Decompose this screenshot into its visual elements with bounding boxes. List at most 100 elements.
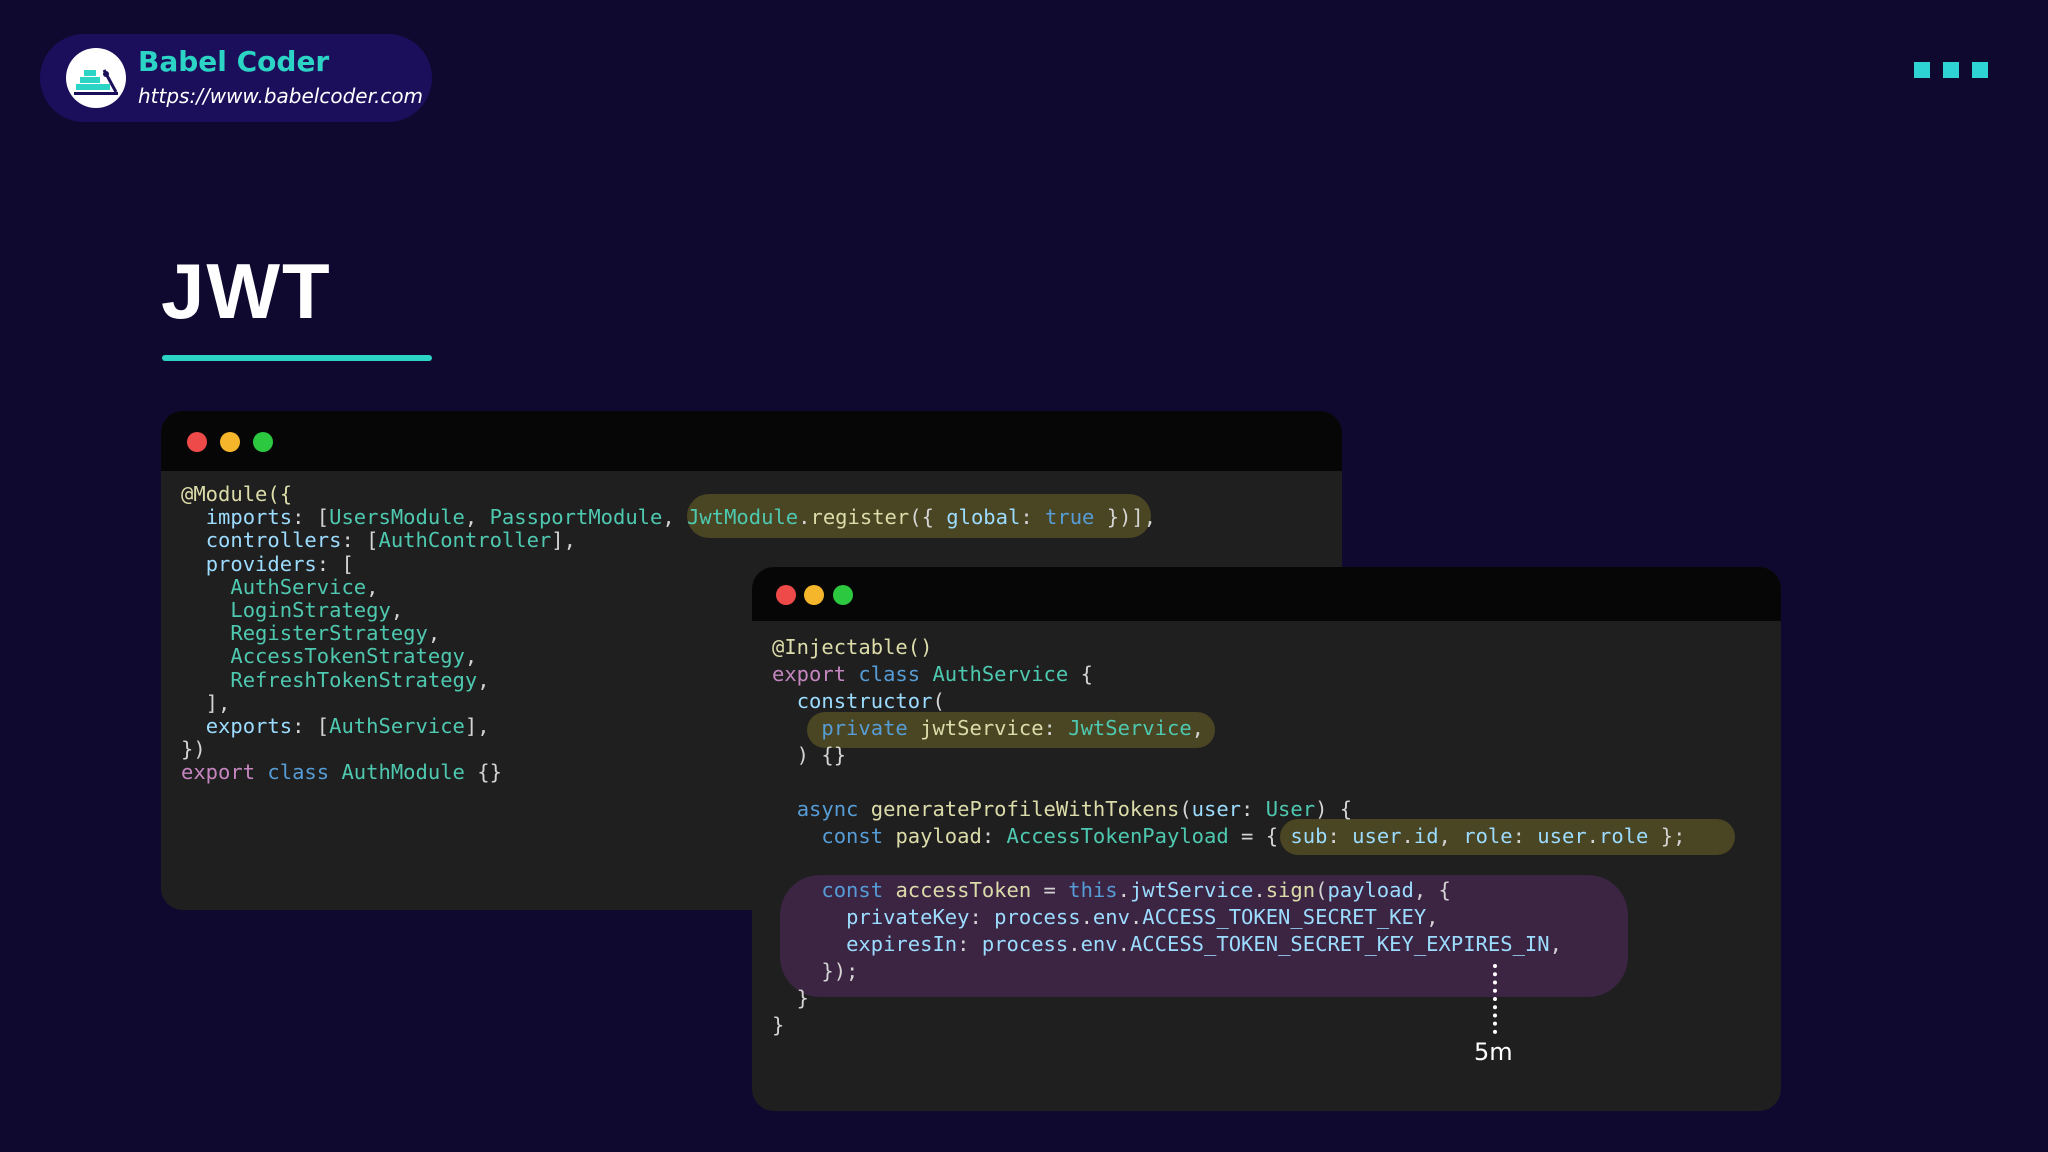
code-token: export bbox=[772, 662, 847, 686]
code-line: } bbox=[772, 1012, 1685, 1039]
code-token: : [ bbox=[292, 713, 330, 738]
code-token: AuthService bbox=[230, 574, 367, 599]
brand-url[interactable]: https://www.babelcoder.com bbox=[138, 84, 423, 108]
code-line: }); bbox=[772, 958, 1685, 985]
code-token: const bbox=[821, 878, 884, 902]
code-line: const accessToken = this.jwtService.sign… bbox=[772, 877, 1685, 904]
code-token: AuthService bbox=[932, 662, 1069, 686]
code-token: imports bbox=[205, 505, 293, 530]
code-token: : [ bbox=[316, 551, 354, 576]
code-token: : bbox=[1020, 505, 1046, 530]
code-token: jwtService bbox=[1129, 878, 1254, 902]
code-line: constructor( bbox=[772, 688, 1685, 715]
code-token: }; bbox=[1648, 824, 1686, 848]
corner-dot bbox=[1914, 62, 1930, 78]
maximize-window-icon[interactable] bbox=[253, 432, 273, 452]
code-token: User bbox=[1265, 797, 1316, 821]
code-token: @Module({ bbox=[181, 482, 293, 506]
code-token: , bbox=[366, 574, 379, 599]
code-token: role bbox=[1599, 824, 1649, 848]
code-token: process bbox=[994, 905, 1081, 929]
code-token: = bbox=[1031, 878, 1069, 902]
code-block: @Injectable() export class AuthService { … bbox=[772, 634, 1685, 1039]
code-token: ( bbox=[1315, 878, 1328, 902]
code-token: AuthModule bbox=[341, 760, 465, 785]
code-token: . bbox=[1117, 878, 1130, 902]
code-token: class bbox=[858, 662, 921, 686]
code-token: privateKey bbox=[846, 905, 970, 929]
code-token: AccessTokenStrategy bbox=[230, 644, 465, 669]
close-window-icon[interactable] bbox=[776, 585, 796, 605]
window-titlebar bbox=[161, 411, 1342, 471]
code-token: accessToken bbox=[895, 878, 1032, 902]
code-token: , bbox=[1549, 932, 1562, 956]
code-line: privateKey: process.env.ACCESS_TOKEN_SEC… bbox=[772, 904, 1685, 931]
code-token: process bbox=[981, 932, 1069, 956]
code-token: exports bbox=[205, 713, 293, 738]
annotation-label: 5m bbox=[1474, 1038, 1513, 1066]
code-token: : bbox=[969, 905, 995, 929]
window-titlebar bbox=[752, 567, 1781, 621]
code-token: UsersModule bbox=[329, 505, 465, 530]
code-token: AuthController bbox=[378, 528, 552, 553]
code-token: : bbox=[1512, 824, 1538, 848]
code-token: , bbox=[662, 505, 688, 530]
code-line: const payload: AccessTokenPayload = { su… bbox=[772, 823, 1685, 850]
code-token: PassportModule bbox=[489, 505, 663, 530]
minimize-window-icon[interactable] bbox=[220, 432, 240, 452]
code-token: : bbox=[957, 932, 982, 956]
code-token: @Injectable() bbox=[772, 635, 933, 659]
code-token: ACCESS_TOKEN_SECRET_KEY_EXPIRES_IN bbox=[1129, 932, 1550, 956]
code-line: controllers: [AuthController], bbox=[181, 529, 1156, 552]
code-token: : [ bbox=[292, 505, 330, 530]
code-line: async generateProfileWithTokens(user: Us… bbox=[772, 796, 1685, 823]
code-token: , bbox=[477, 667, 490, 692]
code-token: ACCESS_TOKEN_SECRET_KEY bbox=[1142, 905, 1427, 929]
code-token: RegisterStrategy bbox=[230, 621, 428, 646]
code-token: jwtService bbox=[920, 716, 1044, 740]
maximize-window-icon[interactable] bbox=[833, 585, 853, 605]
code-token: })], bbox=[1094, 505, 1157, 530]
code-token: providers bbox=[205, 551, 317, 576]
code-token: env bbox=[1080, 932, 1118, 956]
minimize-window-icon[interactable] bbox=[804, 585, 824, 605]
code-line: private jwtService: JwtService, bbox=[772, 715, 1685, 742]
code-token: } bbox=[772, 986, 810, 1010]
code-token: . bbox=[1401, 824, 1414, 848]
code-line: @Module({ bbox=[181, 482, 1156, 506]
code-token: controllers bbox=[205, 528, 342, 553]
code-token: ( bbox=[1179, 797, 1192, 821]
code-token: payload bbox=[1327, 878, 1414, 902]
code-token: . bbox=[798, 505, 811, 530]
code-token: JwtService bbox=[1068, 716, 1192, 740]
code-token: expiresIn bbox=[846, 932, 958, 956]
code-token: constructor bbox=[796, 689, 933, 713]
code-token: , bbox=[1426, 905, 1439, 929]
code-token: : bbox=[981, 824, 1007, 848]
code-line: expiresIn: process.env.ACCESS_TOKEN_SECR… bbox=[772, 931, 1685, 958]
code-token: , bbox=[464, 505, 490, 530]
annotation-pointer bbox=[1493, 964, 1497, 1034]
close-window-icon[interactable] bbox=[187, 432, 207, 452]
code-token: , bbox=[427, 621, 441, 646]
code-token: ], bbox=[464, 713, 490, 738]
code-token: : bbox=[1241, 797, 1266, 821]
code-token: user bbox=[1537, 824, 1587, 848]
code-token: JwtModule bbox=[687, 505, 799, 530]
code-token: const bbox=[821, 824, 884, 848]
code-token: user bbox=[1352, 824, 1402, 848]
brand-badge: Babel Coder https://www.babelcoder.com bbox=[40, 34, 432, 122]
